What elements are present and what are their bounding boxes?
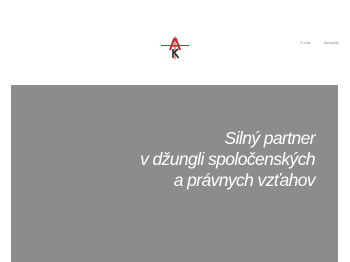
nav-link-aktuality[interactable]: Aktuality (324, 40, 339, 45)
nav-link-o-nas[interactable]: O nás (300, 40, 311, 45)
hero-banner: Silný partner v džungli spoločenských a … (11, 85, 338, 262)
top-nav: O nás Aktuality (300, 40, 339, 45)
tagline-line-1: Silný partner (224, 128, 316, 148)
logo-link[interactable] (161, 36, 189, 60)
site-header: O nás Aktuality (0, 0, 350, 85)
tagline-line-2: v džungli spoločenských (140, 149, 316, 169)
ak-monogram-logo-icon (161, 36, 189, 60)
tagline-line-3: a právnych vzťahov (173, 170, 316, 190)
hero-tagline: Silný partner v džungli spoločenských a … (140, 128, 316, 191)
